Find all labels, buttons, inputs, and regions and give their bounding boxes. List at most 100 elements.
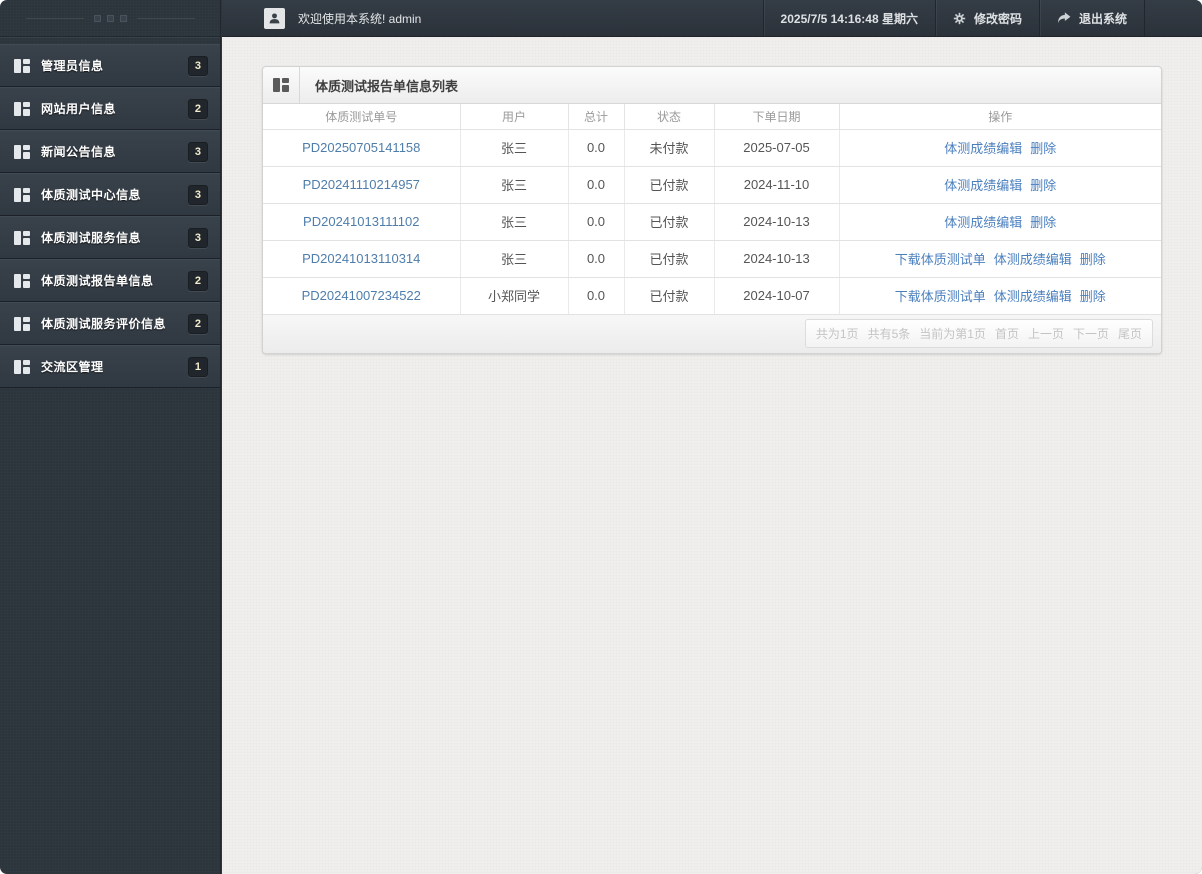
column-header: 下单日期 <box>714 104 840 130</box>
count-badge: 1 <box>187 356 208 377</box>
change-password-button[interactable]: 修改密码 <box>934 0 1039 36</box>
count-badge: 2 <box>187 98 208 119</box>
action-link[interactable]: 体测成绩编辑 <box>994 289 1072 304</box>
action-link[interactable]: 删除 <box>1080 252 1106 267</box>
action-link[interactable]: 删除 <box>1030 215 1056 230</box>
sidebar-item-label: 体质测试服务评价信息 <box>41 317 167 331</box>
pagination-link[interactable]: 上一页 <box>1028 325 1064 342</box>
grid-icon <box>14 58 30 73</box>
action-link[interactable]: 删除 <box>1080 289 1106 304</box>
header-controls: 2025/7/5 14:16:48 星期六 修改密码 退出系统 <box>762 0 1145 36</box>
column-header: 体质测试单号 <box>263 104 461 130</box>
grid-icon <box>14 230 30 245</box>
handle-line <box>25 17 84 19</box>
table-row: PD20241110214957 张三 0.0 已付款 2024-11-10 体测成绩编辑… <box>263 166 1161 204</box>
sidebar-item[interactable]: 网站用户信息 2 <box>0 87 220 130</box>
panel-header: 体质测试报告单信息列表 <box>263 67 1161 104</box>
sidebar-item-label: 体质测试服务信息 <box>41 231 142 245</box>
datetime-text: 2025/7/5 14:16:48 星期六 <box>780 11 918 26</box>
count-badge: 2 <box>187 270 208 291</box>
sidebar-item[interactable]: 体质测试中心信息 3 <box>0 173 220 216</box>
app-frame: 管理员信息 3 网站用户信息 2 新闻公告信息 3 体质测试中心信息 3 体质测试服务信息 3 体质… <box>0 0 1202 874</box>
actions-cell: 体测成绩编辑 删除 <box>839 166 1161 204</box>
panel-footer: 共为1页 共有5条 当前为第1页 首页 上一页 下一页 尾页 <box>263 314 1161 353</box>
action-link[interactable]: 删除 <box>1030 141 1056 156</box>
grid-icon <box>263 67 300 103</box>
sidebar-item-label: 体质测试报告单信息 <box>41 274 154 288</box>
order-date-cell: 2025-07-05 <box>714 129 840 167</box>
sidebar-menu: 管理员信息 3 网站用户信息 2 新闻公告信息 3 体质测试中心信息 3 体质测试服务信息 3 体质… <box>0 44 220 388</box>
status-cell: 已付款 <box>624 203 715 241</box>
action-link[interactable]: 删除 <box>1030 178 1056 193</box>
order-number-link[interactable]: PD20250705141158 <box>302 140 420 155</box>
pagination-link[interactable]: 尾页 <box>1118 325 1142 342</box>
action-link[interactable]: 下载体质测试单 <box>895 289 986 304</box>
logout-button[interactable]: 退出系统 <box>1038 0 1145 36</box>
panel-title: 体质测试报告单信息列表 <box>315 78 459 94</box>
order-number-link[interactable]: PD20241007234522 <box>302 288 421 303</box>
report-table: 体质测试单号 用户 总计 状态 下单日期 操作 PD20250705141158 张三 0.0… <box>263 104 1161 315</box>
count-badge: 3 <box>187 141 208 162</box>
sidebar-item[interactable]: 交流区管理 1 <box>0 345 220 388</box>
gear-icon <box>953 12 966 25</box>
order-date-cell: 2024-10-07 <box>714 277 840 315</box>
table-row: PD20241007234522 小郑同学 0.0 已付款 2024-10-07 下载体质… <box>263 277 1161 315</box>
sidebar: 管理员信息 3 网站用户信息 2 新闻公告信息 3 体质测试中心信息 3 体质测试服务信息 3 体质… <box>0 0 221 874</box>
total-cell: 0.0 <box>568 129 625 167</box>
sidebar-item[interactable]: 管理员信息 3 <box>0 44 220 87</box>
user-cell: 小郑同学 <box>460 277 569 315</box>
order-number-link[interactable]: PD20241110214957 <box>303 177 420 192</box>
action-link[interactable]: 体测成绩编辑 <box>944 141 1022 156</box>
three-squares-handle-icon <box>93 14 127 22</box>
count-badge: 3 <box>187 55 208 76</box>
header-welcome-area: 欢迎使用本系统! admin <box>222 0 763 36</box>
action-link[interactable]: 下载体质测试单 <box>895 252 986 267</box>
action-link[interactable]: 体测成绩编辑 <box>994 252 1072 267</box>
pagination: 共为1页 共有5条 当前为第1页 首页 上一页 下一页 尾页 <box>804 319 1153 348</box>
sidebar-item[interactable]: 体质测试报告单信息 2 <box>0 259 220 302</box>
actions-cell: 体测成绩编辑 删除 <box>839 129 1161 167</box>
sidebar-item-label: 网站用户信息 <box>41 102 117 116</box>
column-header: 状态 <box>624 104 715 130</box>
datetime-display: 2025/7/5 14:16:48 星期六 <box>762 0 935 36</box>
sidebar-item[interactable]: 体质测试服务评价信息 2 <box>0 302 220 345</box>
sidebar-collapse-handle[interactable] <box>0 0 220 37</box>
sidebar-item-label: 管理员信息 <box>41 59 104 73</box>
count-badge: 3 <box>187 227 208 248</box>
actions-cell: 下载体质测试单 体测成绩编辑 删除 <box>839 240 1161 278</box>
count-badge: 2 <box>187 313 208 334</box>
action-link[interactable]: 体测成绩编辑 <box>944 215 1022 230</box>
total-cell: 0.0 <box>568 166 625 204</box>
status-cell: 未付款 <box>624 129 715 167</box>
pagination-link[interactable]: 下一页 <box>1073 325 1109 342</box>
status-cell: 已付款 <box>624 240 715 278</box>
pagination-link[interactable]: 首页 <box>995 325 1019 342</box>
order-number-link[interactable]: PD20241013110314 <box>302 251 420 266</box>
user-cell: 张三 <box>460 203 569 241</box>
actions-cell: 体测成绩编辑 删除 <box>839 203 1161 241</box>
table-row: PD20241013110314 张三 0.0 已付款 2024-10-13 下载体质测试… <box>263 240 1161 278</box>
column-header: 总计 <box>568 104 625 130</box>
table-row: PD20250705141158 张三 0.0 未付款 2025-07-05 体测成绩编辑… <box>263 129 1161 167</box>
order-date-cell: 2024-10-13 <box>714 240 840 278</box>
user-cell: 张三 <box>460 166 569 204</box>
grid-icon <box>14 101 30 116</box>
person-icon <box>264 7 285 29</box>
action-link[interactable]: 体测成绩编辑 <box>944 178 1022 193</box>
sidebar-item-label: 新闻公告信息 <box>41 145 117 159</box>
table-row: PD20241013111102 张三 0.0 已付款 2024-10-13 体测成绩编辑… <box>263 203 1161 241</box>
grid-icon <box>14 144 30 159</box>
sidebar-item[interactable]: 新闻公告信息 3 <box>0 130 220 173</box>
sidebar-item-label: 交流区管理 <box>41 360 104 374</box>
sidebar-item-label: 体质测试中心信息 <box>41 188 142 202</box>
status-cell: 已付款 <box>624 277 715 315</box>
report-list-panel: 体质测试报告单信息列表 体质测试单号 用户 总计 状态 下单日期 操作 PD2025070… <box>262 66 1162 354</box>
actions-cell: 下载体质测试单 体测成绩编辑 删除 <box>839 277 1161 315</box>
pagination-info: 共为1页 <box>815 327 859 341</box>
order-number-link[interactable]: PD20241013111102 <box>303 214 419 229</box>
order-date-cell: 2024-10-13 <box>714 203 840 241</box>
table-body: PD20250705141158 张三 0.0 未付款 2025-07-05 体测成绩编辑… <box>263 129 1161 315</box>
count-badge: 3 <box>187 184 208 205</box>
sidebar-item[interactable]: 体质测试服务信息 3 <box>0 216 220 259</box>
total-cell: 0.0 <box>568 240 625 278</box>
